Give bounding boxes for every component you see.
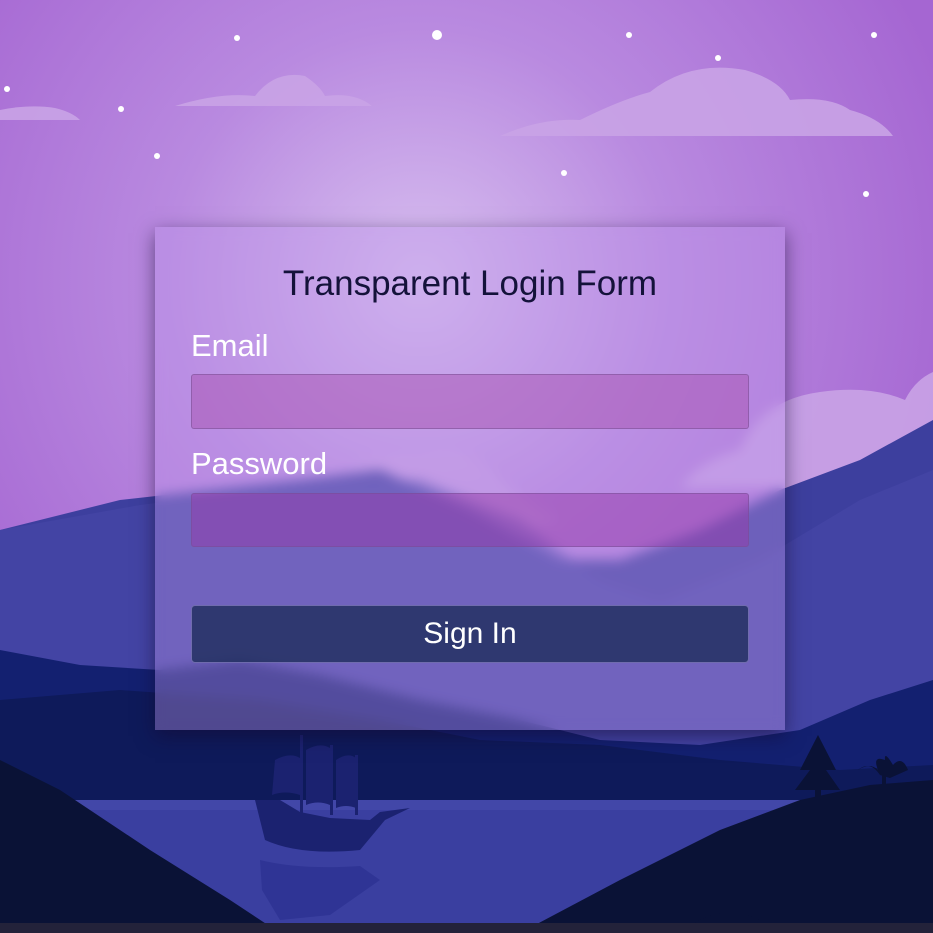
password-field[interactable] [191, 493, 749, 547]
email-label: Email [191, 328, 269, 363]
password-label: Password [191, 446, 328, 481]
bottom-bar [0, 923, 933, 933]
email-field[interactable] [191, 374, 749, 429]
sign-in-button[interactable]: Sign In [191, 605, 749, 663]
login-page: Transparent Login Form Email Password Si… [0, 0, 933, 933]
form-title: Transparent Login Form [282, 264, 658, 303]
login-form: Transparent Login Form Email Password Si… [155, 227, 785, 730]
